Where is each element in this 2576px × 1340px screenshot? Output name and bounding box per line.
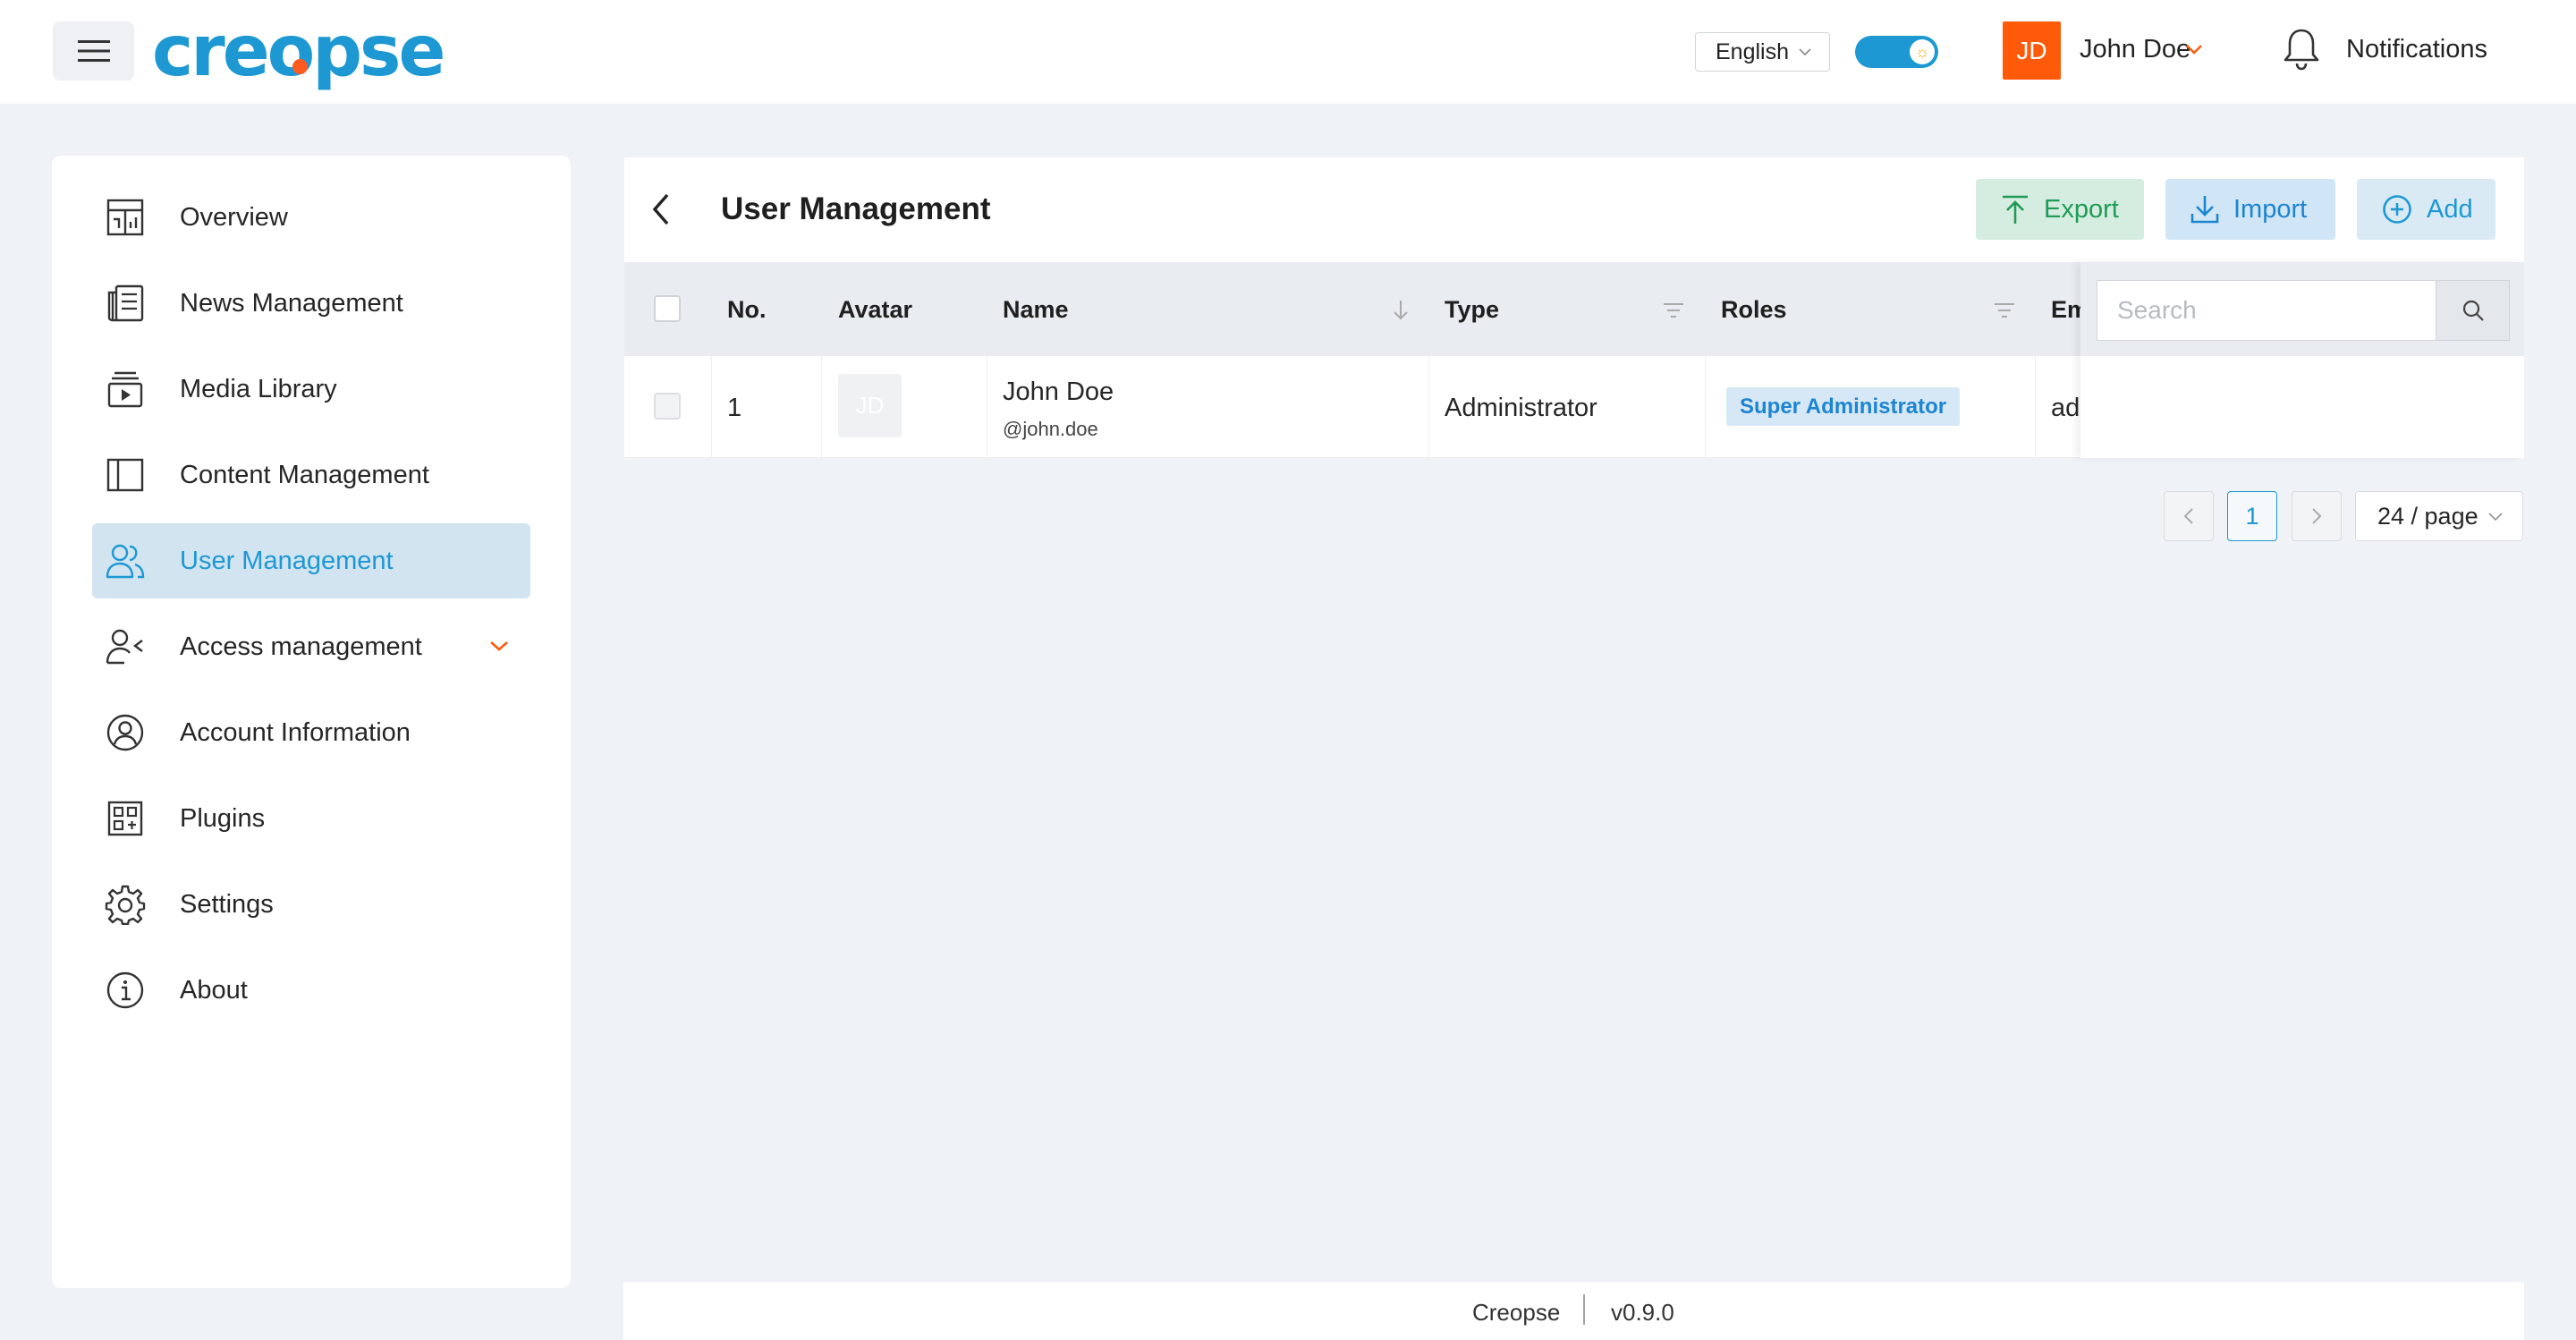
column-divider (2035, 356, 2036, 458)
top-bar: creopse English ☼ JD John Doe Notificati… (0, 0, 2576, 104)
row-user-name[interactable]: John Doe (1003, 377, 1114, 407)
language-select[interactable]: English (1695, 32, 1830, 72)
import-icon (2190, 196, 2219, 224)
sun-icon: ☼ (1910, 39, 1935, 64)
page-size-select[interactable]: 24 / page (2355, 491, 2523, 541)
dashboard-icon (103, 195, 148, 240)
layout-icon (103, 453, 148, 497)
search-input[interactable]: Search (2097, 280, 2436, 341)
sidebar-item-about[interactable]: About (92, 953, 530, 1028)
chevron-down-icon (2488, 513, 2503, 522)
plugins-icon (103, 796, 148, 841)
row-user-type: Administrator (1445, 394, 1597, 422)
sidebar-item-label: Overview (180, 202, 288, 232)
filter-icon[interactable] (1993, 301, 2016, 319)
sidebar-item-label: Settings (180, 889, 274, 919)
pagination-page-button[interactable]: 1 (2227, 491, 2277, 541)
pagination-prev-button[interactable] (2164, 491, 2214, 541)
footer-brand: Creopse (1472, 1299, 1561, 1326)
row-checkbox[interactable] (654, 393, 681, 420)
chevron-left-icon (2183, 508, 2193, 524)
chevron-down-icon[interactable] (2185, 43, 2203, 55)
filter-icon[interactable] (1662, 301, 1685, 319)
theme-toggle[interactable]: ☼ (1855, 36, 1938, 68)
export-icon (2003, 195, 2028, 224)
chevron-right-icon (2312, 508, 2322, 524)
app-logo[interactable]: creopse (152, 14, 483, 89)
row-avatar: JD (838, 374, 902, 437)
plus-circle-icon (2383, 195, 2411, 224)
export-button[interactable]: Export (1976, 179, 2144, 240)
column-divider (711, 356, 712, 458)
sidebar-item-user-management[interactable]: User Management (92, 523, 530, 598)
select-all-checkbox[interactable] (654, 295, 681, 322)
newspaper-icon (103, 281, 148, 326)
footer-divider (1583, 1294, 1585, 1325)
search-header: Search (2080, 262, 2524, 356)
role-badge: Super Administrator (1726, 387, 1961, 426)
sidebar-item-label: About (180, 975, 248, 1005)
add-button[interactable]: Add (2357, 179, 2496, 240)
row-user-handle: @john.doe (1003, 418, 1098, 440)
search-column: Search (2080, 262, 2524, 458)
sidebar-item-account-information[interactable]: Account Information (92, 695, 530, 770)
sidebar-item-content-management[interactable]: Content Management (92, 437, 530, 513)
back-arrow-icon[interactable] (649, 191, 673, 227)
gear-icon (103, 882, 148, 927)
sidebar-item-label: Plugins (180, 803, 266, 833)
import-button[interactable]: Import (2165, 179, 2335, 240)
logo-text: creopse (152, 12, 445, 92)
export-label: Export (2044, 194, 2119, 224)
sidebar-item-settings[interactable]: Settings (92, 867, 530, 942)
page-title: User Management (721, 191, 991, 226)
column-header-name[interactable]: Name (1003, 296, 1069, 324)
user-circle-icon (103, 710, 148, 755)
sidebar: Overview News Management Media Library C… (52, 156, 571, 1288)
row-number: 1 (727, 394, 742, 422)
sidebar-item-label: User Management (180, 546, 394, 575)
chevron-down-icon (1799, 48, 1811, 56)
column-header-roles[interactable]: Roles (1721, 296, 1787, 324)
sidebar-item-news-management[interactable]: News Management (92, 266, 530, 341)
column-header-avatar[interactable]: Avatar (838, 296, 912, 324)
users-icon (103, 539, 148, 583)
column-header-no[interactable]: No. (727, 296, 767, 324)
main-panel: User Management Export Import Add No. Av… (624, 157, 2524, 458)
sidebar-item-plugins[interactable]: Plugins (92, 781, 530, 856)
info-icon (103, 968, 148, 1013)
column-header-type[interactable]: Type (1445, 296, 1499, 324)
sidebar-item-label: Media Library (180, 374, 337, 403)
logo-dot (292, 59, 308, 74)
import-label: Import (2233, 194, 2308, 224)
sidebar-item-label: Access management (180, 632, 422, 661)
search-icon (2462, 300, 2484, 321)
bell-icon[interactable] (2282, 27, 2321, 72)
chevron-down-icon[interactable] (489, 640, 509, 652)
sort-arrow-icon[interactable] (1391, 298, 1411, 321)
column-divider (1705, 356, 1706, 458)
sidebar-item-label: News Management (180, 288, 403, 318)
footer-version: v0.9.0 (1611, 1299, 1674, 1326)
pagination-next-button[interactable] (2292, 491, 2342, 541)
column-divider (1428, 356, 1429, 458)
notifications-label[interactable]: Notifications (2346, 35, 2487, 64)
column-divider (821, 356, 822, 458)
media-library-icon (103, 367, 148, 411)
footer: Creopse v0.9.0 (623, 1282, 2524, 1340)
sidebar-item-access-management[interactable]: Access management (92, 609, 530, 684)
user-name[interactable]: John Doe (2080, 35, 2190, 64)
hamburger-menu-button[interactable] (53, 21, 134, 81)
row-email: ad (2051, 394, 2080, 422)
sidebar-item-media-library[interactable]: Media Library (92, 352, 530, 427)
add-label: Add (2427, 194, 2473, 224)
sidebar-item-label: Account Information (180, 717, 411, 747)
user-access-icon (103, 624, 148, 669)
language-value: English (1716, 38, 1789, 64)
sidebar-item-overview[interactable]: Overview (92, 180, 530, 255)
sidebar-item-label: Content Management (180, 460, 429, 489)
hamburger-icon (77, 40, 110, 62)
page-size-value: 24 / page (2377, 502, 2479, 530)
search-button[interactable] (2436, 280, 2510, 341)
user-avatar[interactable]: JD (2003, 21, 2061, 80)
